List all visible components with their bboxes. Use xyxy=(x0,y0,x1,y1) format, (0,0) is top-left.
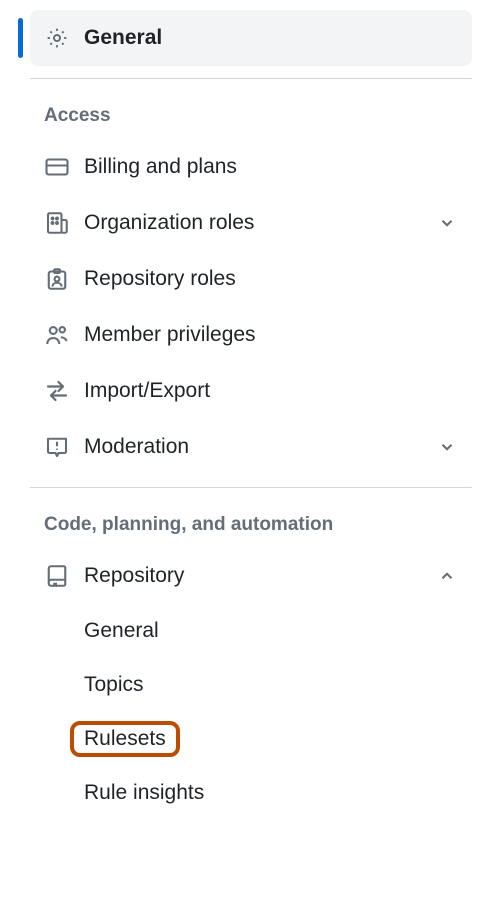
nav-label: General xyxy=(84,619,159,643)
arrow-switch-icon xyxy=(44,378,70,404)
nav-label: Repository xyxy=(84,564,436,588)
section-header-code: Code, planning, and automation xyxy=(30,514,472,548)
nav-repo-roles[interactable]: Repository roles xyxy=(30,251,472,307)
nav-label: Organization roles xyxy=(84,211,436,235)
nav-label: Repository roles xyxy=(84,267,458,291)
nav-label: Moderation xyxy=(84,435,436,459)
nav-label: Import/Export xyxy=(84,379,458,403)
nav-import-export[interactable]: Import/Export xyxy=(30,363,472,419)
nav-moderation[interactable]: Moderation xyxy=(30,419,472,475)
report-icon xyxy=(44,434,70,460)
chevron-down-icon xyxy=(436,212,458,234)
nav-repository[interactable]: Repository xyxy=(30,548,472,604)
nav-label: Rule insights xyxy=(84,781,204,805)
nav-label: Rulesets xyxy=(84,727,166,750)
nav-general[interactable]: General xyxy=(30,10,472,66)
repo-icon xyxy=(44,563,70,589)
divider xyxy=(30,487,472,488)
nav-label: General xyxy=(84,26,458,50)
subnav-repo-topics[interactable]: Topics xyxy=(30,658,472,712)
credit-card-icon xyxy=(44,154,70,180)
highlight-annotation: Rulesets xyxy=(70,721,180,757)
id-badge-icon xyxy=(44,266,70,292)
divider xyxy=(30,78,472,79)
nav-label: Billing and plans xyxy=(84,155,458,179)
nav-label: Topics xyxy=(84,673,144,697)
nav-billing[interactable]: Billing and plans xyxy=(30,139,472,195)
subnav-repo-general[interactable]: General xyxy=(30,604,472,658)
nav-label: Member privileges xyxy=(84,323,458,347)
chevron-up-icon xyxy=(436,565,458,587)
nav-org-roles[interactable]: Organization roles xyxy=(30,195,472,251)
gear-icon xyxy=(44,25,70,51)
chevron-down-icon xyxy=(436,436,458,458)
organization-icon xyxy=(44,210,70,236)
nav-member-privileges[interactable]: Member privileges xyxy=(30,307,472,363)
subnav-repo-rulesets[interactable]: Rulesets xyxy=(30,712,472,766)
section-header-access: Access xyxy=(30,105,472,139)
people-icon xyxy=(44,322,70,348)
subnav-repo-rule-insights[interactable]: Rule insights xyxy=(30,766,472,820)
